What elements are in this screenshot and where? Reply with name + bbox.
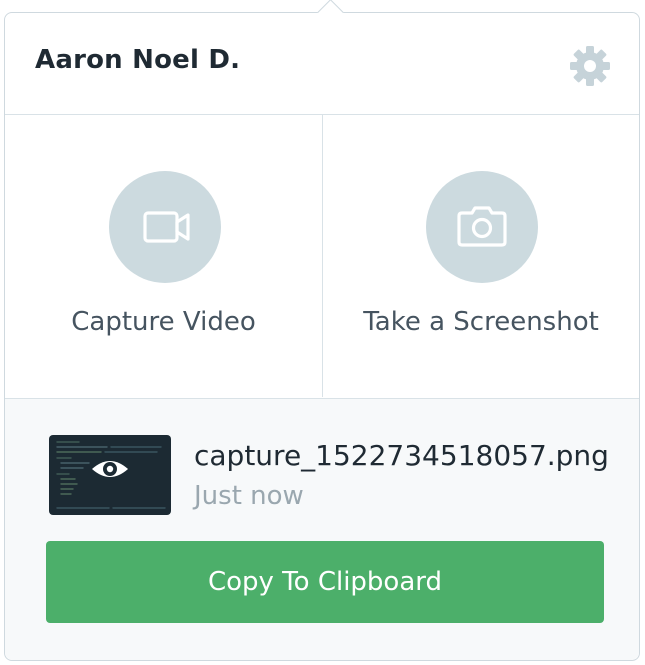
capture-file-name: capture_1522734518057.png — [194, 439, 609, 472]
camera-icon — [457, 206, 507, 247]
capture-video-label: Capture Video — [71, 307, 256, 337]
eye-icon — [92, 461, 128, 477]
capture-popover: Aaron Noel D. Capture Video Take a Scree… — [4, 0, 640, 661]
video-circle — [109, 171, 221, 283]
capture-actions: Capture Video Take a Screenshot — [5, 115, 639, 399]
user-name: Aaron Noel D. — [35, 45, 241, 75]
capture-thumbnail[interactable] — [49, 435, 171, 515]
popover-header: Aaron Noel D. — [5, 13, 639, 115]
camera-circle — [426, 171, 538, 283]
capture-video-button[interactable]: Capture Video — [5, 115, 323, 397]
video-camera-icon — [143, 211, 190, 243]
capture-timestamp: Just now — [194, 481, 304, 511]
recent-capture-section: capture_1522734518057.png Just now Copy … — [5, 399, 639, 660]
copy-to-clipboard-button[interactable]: Copy To Clipboard — [46, 541, 604, 623]
gear-icon[interactable] — [569, 45, 611, 87]
take-screenshot-label: Take a Screenshot — [363, 307, 599, 337]
take-screenshot-button[interactable]: Take a Screenshot — [323, 115, 639, 397]
